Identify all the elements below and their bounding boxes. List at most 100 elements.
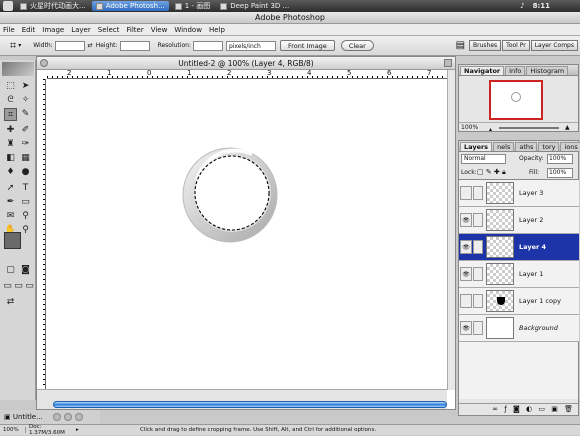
new-group-icon[interactable]: ▭	[538, 405, 547, 413]
min-minimize-button[interactable]	[64, 413, 72, 421]
layer-row-background[interactable]: 👁︎ Background	[459, 315, 579, 342]
blend-mode-select[interactable]: Normal	[461, 154, 506, 164]
menu-select[interactable]: Select	[98, 26, 120, 34]
menu-view[interactable]: View	[151, 26, 168, 34]
marquee-tool-icon[interactable]: ⬚	[4, 80, 17, 93]
tab-histogram[interactable]: Histogram	[526, 66, 569, 75]
jump-to-imageready-icon[interactable]: ⇄	[4, 296, 17, 309]
apple-icon[interactable]	[3, 1, 13, 11]
link-toggle[interactable]	[473, 321, 483, 335]
brushes-tab[interactable]: Brushes	[469, 40, 502, 51]
units-select[interactable]: pixels/inch	[225, 40, 276, 51]
tab-info[interactable]: Info	[505, 66, 526, 75]
gradient-tool-icon[interactable]: ▦	[19, 152, 32, 165]
doc-close-button[interactable]	[40, 59, 48, 67]
history-brush-icon[interactable]: ✑	[19, 138, 32, 151]
tab-layers[interactable]: Layers	[460, 142, 493, 151]
scrollbar-thumb[interactable]	[53, 401, 447, 408]
speaker-icon[interactable]: ♪	[520, 2, 524, 10]
fill-field[interactable]: 100%	[547, 168, 573, 178]
standard-mode-icon[interactable]: ▢	[4, 264, 17, 277]
type-tool-icon[interactable]: T	[19, 182, 32, 195]
tool-presets-tab[interactable]: Tool Pr	[502, 40, 530, 51]
menu-help[interactable]: Help	[209, 26, 225, 34]
adjustment-layer-icon[interactable]: ◐	[526, 405, 534, 413]
os-tab-photoshop[interactable]: Adobe Photosh...	[91, 1, 169, 11]
move-tool-icon[interactable]: ➤	[19, 80, 32, 93]
layer-row-layer4[interactable]: 👁︎ Layer 4	[459, 234, 579, 261]
status-arrow-icon[interactable]: ▸	[76, 427, 88, 433]
width-field[interactable]	[54, 40, 85, 51]
visibility-toggle[interactable]	[460, 294, 472, 308]
layer-row-layer1[interactable]: 👁︎ Layer 1	[459, 261, 579, 288]
menu-edit[interactable]: Edit	[22, 26, 36, 34]
tab-navigator[interactable]: Navigator	[460, 66, 505, 75]
crop-tool-icon[interactable]: ⌗	[4, 108, 17, 121]
shape-tool-icon[interactable]: ▭	[19, 196, 32, 209]
visibility-toggle[interactable]	[460, 186, 472, 200]
layer-row-layer1-copy[interactable]: Layer 1 copy	[459, 288, 579, 315]
lasso-tool-icon[interactable]: ᘓ	[4, 94, 17, 107]
clone-stamp-icon[interactable]: ♜	[4, 138, 17, 151]
menu-image[interactable]: Image	[42, 26, 64, 34]
resolution-field[interactable]	[192, 40, 223, 51]
lock-icons[interactable]: ▢ ✎ ✚ 🔒︎	[477, 168, 506, 177]
link-toggle[interactable]	[473, 267, 483, 281]
os-tab-0[interactable]: 火星时代动画大...	[16, 1, 90, 11]
foreground-color-swatch[interactable]	[4, 232, 21, 249]
min-close-button[interactable]	[53, 413, 61, 421]
zoom-in-icon[interactable]: ▲	[565, 123, 570, 132]
zoom-slider[interactable]	[499, 127, 559, 129]
os-tab-paint[interactable]: 1 - 画图	[171, 1, 214, 11]
screen-mode-3-icon[interactable]: ▭	[23, 280, 36, 293]
zoom-out-icon[interactable]: ▴	[489, 125, 492, 134]
layer-row-layer2[interactable]: 👁︎ Layer 2	[459, 207, 579, 234]
os-tab-deeppaint[interactable]: Deep Paint 3D ...	[216, 1, 293, 11]
crop-tool-icon[interactable]: ⌗	[10, 39, 16, 53]
clear-button[interactable]: Clear	[340, 40, 374, 51]
tab-paths[interactable]: aths	[515, 142, 538, 151]
healing-brush-icon[interactable]: ✚	[4, 124, 17, 137]
vertical-scrollbar[interactable]	[447, 70, 455, 390]
tab-history[interactable]: tory	[538, 142, 560, 151]
front-image-button[interactable]: Front Image	[279, 40, 335, 51]
horizontal-scrollbar[interactable]	[37, 389, 447, 409]
eye-icon[interactable]: 👁︎	[460, 321, 472, 335]
dodge-tool-icon[interactable]: ●	[19, 166, 32, 179]
height-field[interactable]	[119, 40, 150, 51]
layer-row-layer3[interactable]: Layer 3	[459, 180, 579, 207]
opacity-field[interactable]: 100%	[547, 154, 573, 164]
swap-icon[interactable]: ⇄	[88, 42, 93, 49]
slice-tool-icon[interactable]: ✎	[19, 108, 32, 121]
menu-file[interactable]: File	[3, 26, 15, 34]
new-layer-icon[interactable]: ▣	[551, 405, 560, 413]
link-layers-icon[interactable]: ∞	[492, 405, 500, 413]
layer-style-icon[interactable]: ƒ	[504, 405, 508, 413]
menu-layer[interactable]: Layer	[71, 26, 91, 34]
eye-icon[interactable]: 👁︎	[460, 240, 472, 254]
eye-icon[interactable]: 👁︎	[460, 267, 472, 281]
link-toggle[interactable]	[473, 294, 483, 308]
eraser-tool-icon[interactable]: ◧	[4, 152, 17, 165]
brush-icon[interactable]	[473, 240, 483, 254]
link-toggle[interactable]	[473, 186, 483, 200]
doc-zoom-button[interactable]	[444, 59, 452, 67]
tab-channels[interactable]: nels	[493, 142, 515, 151]
status-zoom[interactable]: 100%	[0, 427, 26, 433]
link-toggle[interactable]	[473, 213, 483, 227]
layer-comps-tab[interactable]: Layer Comps	[530, 40, 578, 51]
tool-preset-arrow-icon[interactable]: ▾	[18, 42, 21, 49]
blur-tool-icon[interactable]: ♦	[4, 166, 17, 179]
menu-window[interactable]: Window	[174, 26, 202, 34]
pen-tool-icon[interactable]: ✒	[4, 196, 17, 209]
add-mask-icon[interactable]: ◙	[513, 405, 522, 413]
notes-tool-icon[interactable]: ✉	[4, 210, 17, 223]
tab-actions[interactable]: ions	[560, 142, 580, 151]
menu-filter[interactable]: Filter	[126, 26, 143, 34]
trash-icon[interactable]: 🗑︎	[564, 405, 575, 413]
navigator-preview[interactable]	[489, 80, 543, 120]
min-zoom-button[interactable]	[75, 413, 83, 421]
canvas-ring-artwork[interactable]	[177, 142, 287, 252]
eyedropper-icon[interactable]: ⚲	[19, 210, 32, 223]
navigator-zoom[interactable]: 100%	[461, 124, 478, 131]
